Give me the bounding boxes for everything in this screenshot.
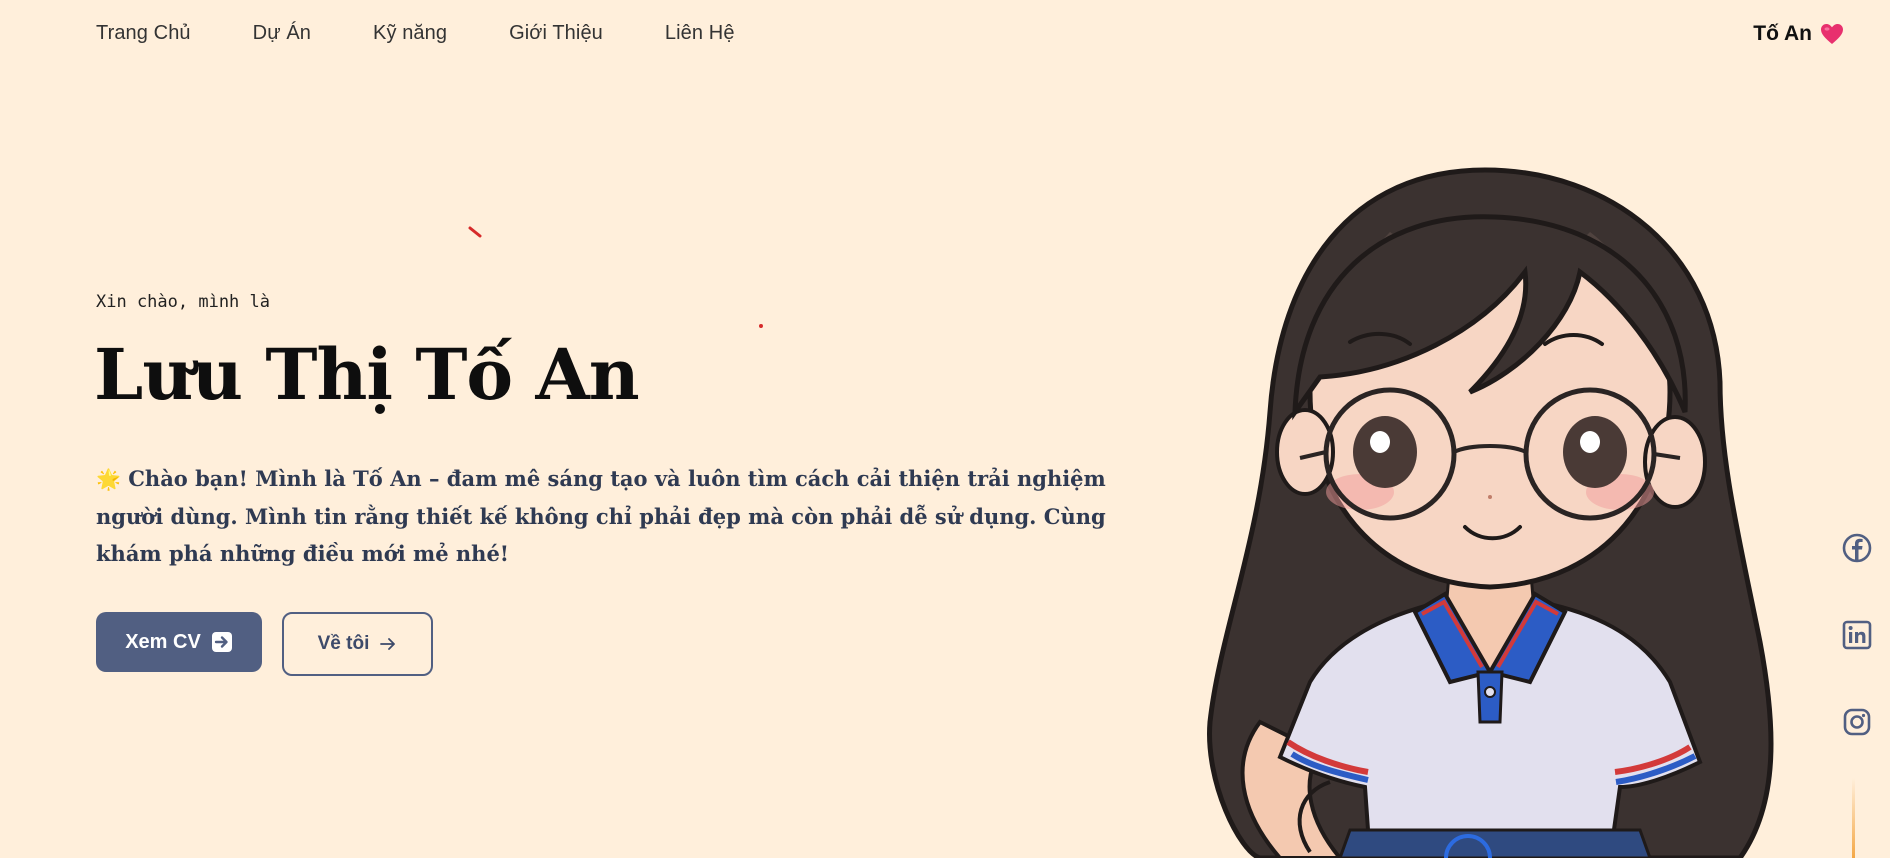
hero-greeting: Xin chào, mình là	[96, 292, 270, 312]
nav-item-projects[interactable]: Dự Án	[253, 22, 311, 45]
nav-item-contact[interactable]: Liên Hệ	[665, 22, 735, 45]
decorative-dot	[759, 324, 763, 328]
linkedin-icon[interactable]	[1840, 618, 1874, 652]
sun-icon: 🌟	[96, 467, 121, 491]
hero-name: Lưu Thị Tố An	[94, 333, 640, 416]
view-cv-label: Xem CV	[125, 630, 201, 653]
decorative-stroke	[468, 226, 482, 238]
brand-logo[interactable]: Tố An	[1753, 22, 1844, 46]
hero-intro-text: Chào bạn! Mình là Tố An – đam mê sáng tạ…	[96, 466, 1106, 566]
avatar-illustration	[1207, 167, 1774, 858]
brand-name: Tố An	[1753, 22, 1812, 45]
arrow-box-icon	[211, 632, 232, 652]
about-me-button[interactable]: Về tôi	[282, 612, 433, 676]
about-me-label: Về tôi	[317, 633, 370, 654]
heart-icon	[1821, 24, 1843, 44]
main-nav: Trang Chủ Dự Án Kỹ năng Giới Thiệu Liên …	[96, 22, 735, 45]
arrow-right-icon	[380, 638, 396, 650]
hero-intro: 🌟 Chào bạn! Mình là Tố An – đam mê sáng …	[96, 460, 1156, 572]
facebook-icon[interactable]	[1840, 531, 1874, 565]
nav-item-about[interactable]: Giới Thiệu	[509, 22, 603, 45]
view-cv-button[interactable]: Xem CV	[96, 612, 262, 672]
nav-item-skills[interactable]: Kỹ năng	[373, 22, 447, 45]
nav-item-home[interactable]: Trang Chủ	[96, 22, 191, 45]
instagram-icon[interactable]	[1840, 705, 1874, 739]
scroll-indicator-line	[1852, 778, 1855, 858]
